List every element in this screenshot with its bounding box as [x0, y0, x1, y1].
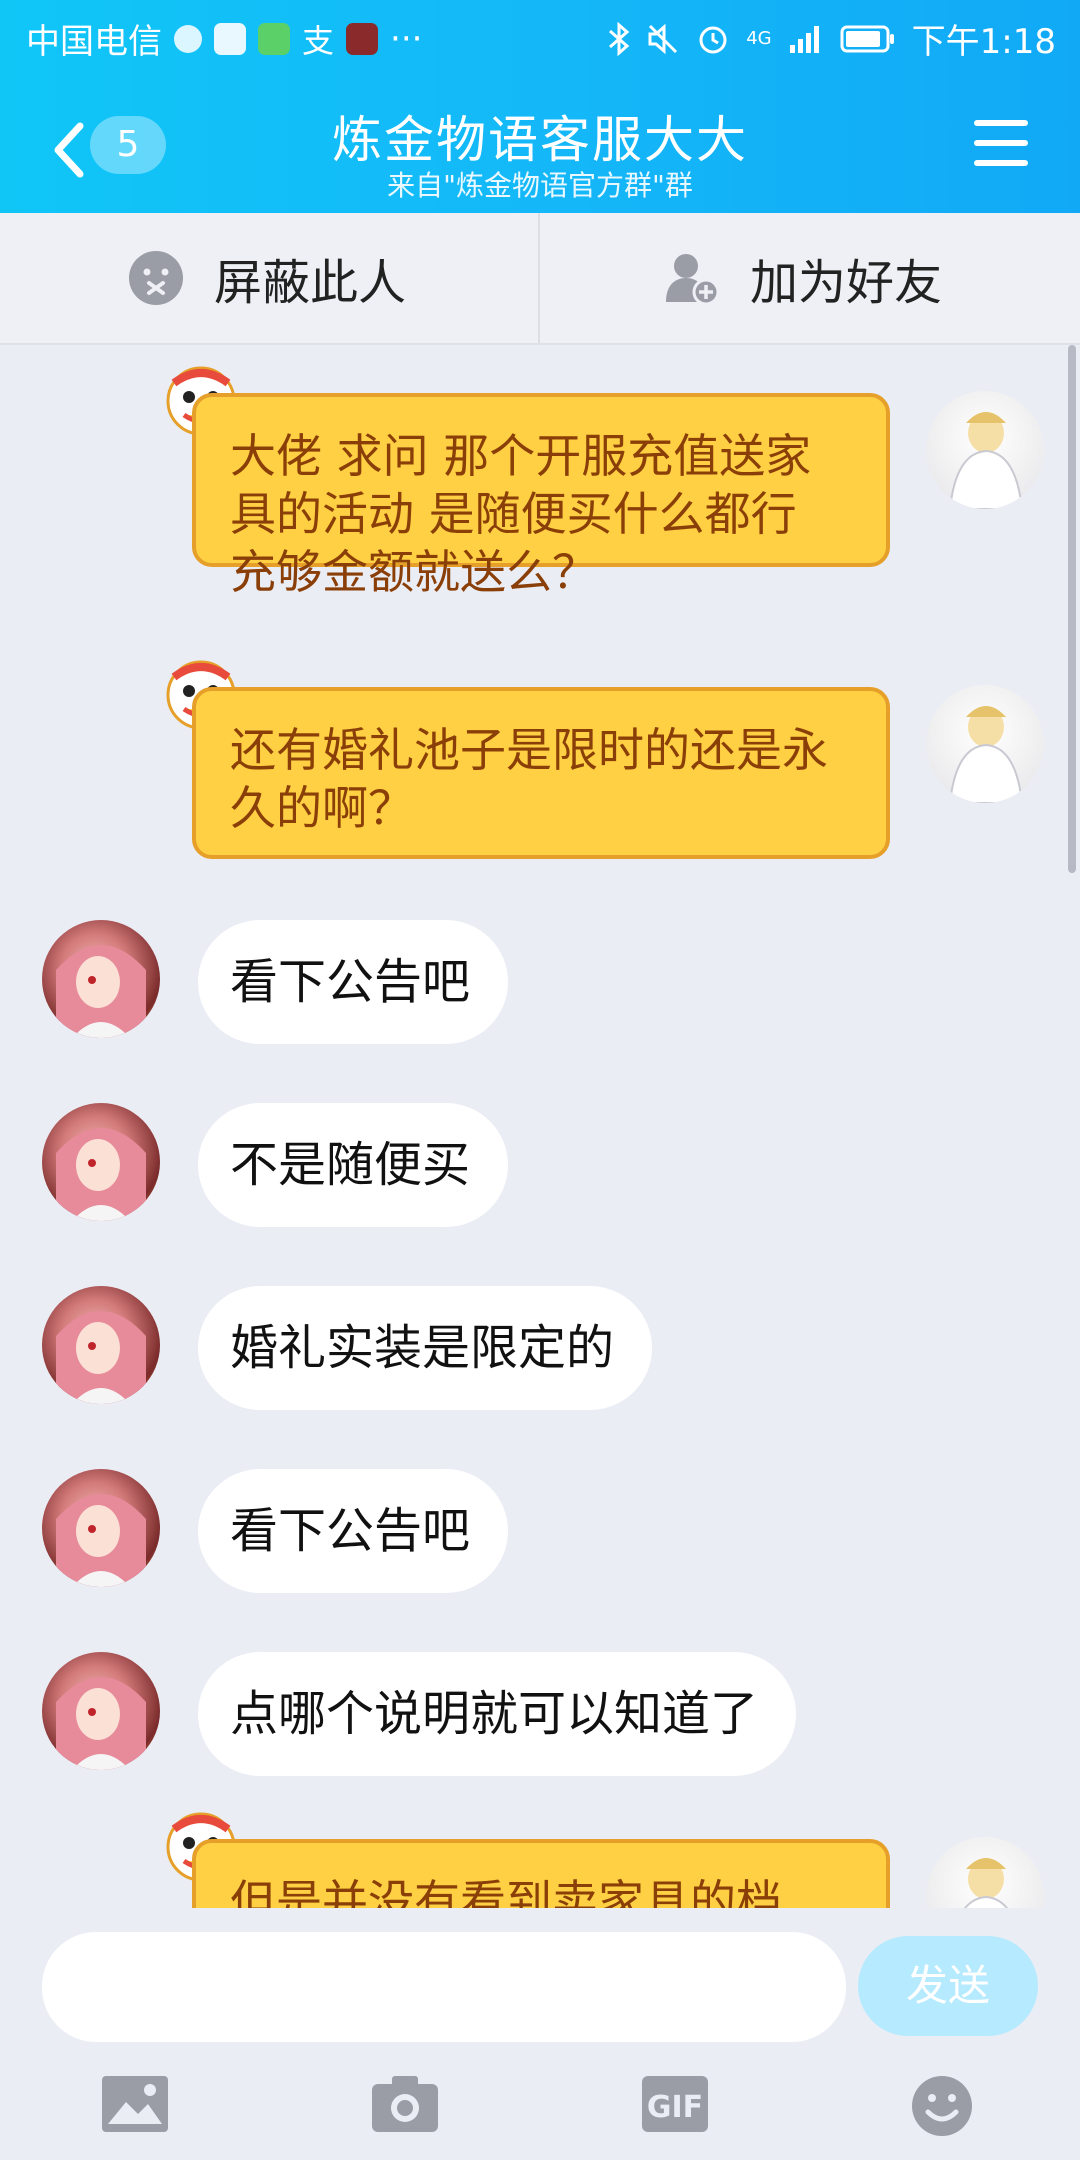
my-message-bubble[interactable]: 还有婚礼池子是限时的还是永久的啊？ [192, 687, 890, 859]
sender-avatar[interactable] [42, 1286, 160, 1404]
add-friend-button[interactable]: 加为好友 [664, 213, 942, 343]
message-text: 大佬 求问 那个开服充值送家具的活动 是随便买什么都行 充够金额就送么？ [230, 429, 812, 599]
send-button[interactable]: 发送 [858, 1936, 1038, 2036]
message-text: 但是并没有看到卖家具的档 [230, 1875, 782, 1908]
sender-avatar[interactable] [42, 920, 160, 1038]
bluetooth-icon [609, 21, 630, 56]
input-bar: 发送 GIF [0, 1908, 1080, 2160]
status-bar: 中国电信 支 ··· 4G 下午1:18 [0, 0, 1080, 70]
chat-subtitle: 来自"炼金物语官方群"群 [387, 169, 693, 202]
received-message-bubble[interactable]: 看下公告吧 [198, 920, 509, 1044]
app-notification-icon [346, 22, 379, 55]
received-message-bubble[interactable]: 婚礼实装是限定的 [198, 1286, 653, 1410]
message-input[interactable] [42, 1932, 846, 2042]
clock-label: 下午1:18 [911, 22, 1056, 62]
block-user-button[interactable]: 屏蔽此人 [128, 213, 406, 343]
my-avatar[interactable] [926, 685, 1044, 803]
my-message-bubble[interactable]: 大佬 求问 那个开服充值送家具的活动 是随便买什么都行 充够金额就送么？ [192, 393, 890, 599]
received-message-bubble[interactable]: 看下公告吧 [198, 1469, 509, 1593]
alipay-icon: 支 [302, 21, 335, 60]
chat-scrollbar[interactable] [1068, 345, 1076, 873]
sender-avatar[interactable] [42, 1469, 160, 1587]
more-notifications-icon: ··· [390, 18, 423, 59]
emoji-icon[interactable] [910, 2074, 974, 2138]
image-icon[interactable] [100, 2074, 170, 2134]
app-notification-icon [214, 22, 246, 55]
network-type-label: 4G [746, 27, 772, 49]
chat-messages[interactable]: 大佬 求问 那个开服充值送家具的活动 是随便买什么都行 充够金额就送么？ 还有婚… [0, 343, 1080, 1908]
app-notification-icon [174, 24, 202, 53]
action-divider [538, 213, 540, 343]
menu-icon[interactable] [974, 120, 1028, 166]
add-friend-label: 加为好友 [750, 255, 943, 311]
block-icon [129, 251, 183, 305]
svg-text:GIF: GIF [647, 2090, 703, 2125]
signal-icon [789, 25, 819, 53]
sender-avatar[interactable] [42, 1652, 160, 1770]
my-avatar[interactable] [926, 1837, 1044, 1908]
header: 中国电信 支 ··· 4G 下午1:18 5 炼金物语客服大大 来自"炼金物语官… [0, 0, 1080, 213]
received-message-bubble[interactable]: 不是随便买 [198, 1103, 509, 1227]
gif-icon[interactable]: GIF [640, 2074, 710, 2134]
alarm-icon [699, 26, 727, 53]
my-message-bubble[interactable]: 但是并没有看到卖家具的档 [192, 1839, 890, 1908]
message-text: 还有婚礼池子是限时的还是永久的啊？ [230, 723, 828, 835]
sender-avatar[interactable] [42, 1103, 160, 1221]
camera-icon[interactable] [370, 2074, 440, 2134]
my-avatar[interactable] [926, 391, 1044, 509]
nav-bar: 5 炼金物语客服大大 来自"炼金物语官方群"群 [0, 80, 1080, 213]
carrier-label: 中国电信 [26, 22, 162, 62]
received-message-bubble[interactable]: 点哪个说明就可以知道了 [198, 1652, 797, 1776]
battery-icon [840, 25, 894, 52]
block-user-label: 屏蔽此人 [214, 255, 407, 311]
input-toolbar: GIF [0, 2068, 1080, 2160]
action-bar: 屏蔽此人 加为好友 [0, 213, 1080, 345]
add-friend-icon [666, 254, 720, 306]
app-notification-icon [258, 22, 290, 55]
mute-icon [648, 23, 678, 54]
chat-title: 炼金物语客服大大 [332, 111, 748, 169]
